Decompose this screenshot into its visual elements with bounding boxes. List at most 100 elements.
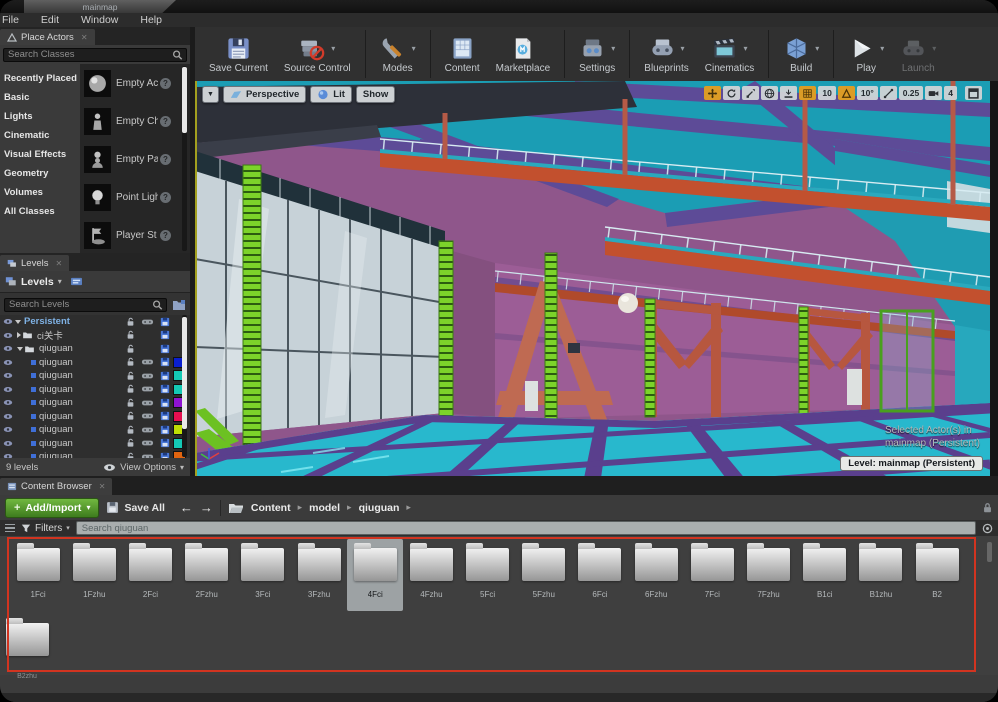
breadcrumb-content[interactable]: Content (251, 502, 291, 514)
new-level-icon[interactable] (172, 299, 186, 311)
level-row-qiuguan[interactable]: qiuguan (0, 423, 190, 437)
eye-icon[interactable] (2, 359, 13, 366)
view-options-button[interactable]: View Options ▾ (103, 462, 184, 473)
lit-mode-button[interactable]: Lit (310, 86, 352, 103)
save-level-icon[interactable] (157, 330, 172, 340)
level-color-swatch[interactable] (172, 451, 190, 458)
show-button[interactable]: Show (356, 86, 395, 103)
lock-icon[interactable] (122, 317, 138, 327)
level-color-swatch[interactable] (172, 397, 190, 408)
folder-tile-overflow[interactable]: B2zhu (2, 616, 52, 680)
play-button[interactable]: ▾Play (840, 27, 892, 81)
actor-item-player-st[interactable]: Player St? (80, 216, 190, 253)
save-all-button[interactable]: Save All (106, 501, 164, 514)
menu-file[interactable]: File (0, 13, 30, 27)
view-settings-icon[interactable] (982, 523, 993, 534)
grid-snap-button[interactable] (799, 86, 816, 100)
save-level-icon[interactable] (157, 371, 172, 381)
save-level-icon[interactable] (157, 384, 172, 394)
save-level-icon[interactable] (157, 438, 172, 448)
save-level-icon[interactable] (157, 357, 172, 367)
help-icon[interactable]: ? (160, 230, 171, 241)
gamepad-icon[interactable] (138, 372, 157, 380)
maximize-viewport-button[interactable] (965, 86, 982, 100)
forward-button[interactable]: → (200, 500, 213, 515)
folder-tile-3fzhu[interactable]: 3Fzhu (291, 539, 347, 611)
folder-tile-1fzhu[interactable]: 1Fzhu (66, 539, 122, 611)
level-color-swatch[interactable] (172, 424, 190, 435)
category-lights[interactable]: Lights (0, 107, 80, 126)
modes-button[interactable]: ▾Modes (372, 27, 424, 81)
menu-help[interactable]: Help (129, 13, 173, 27)
source-control-button[interactable]: ▾Source Control (276, 27, 359, 81)
close-icon[interactable]: ✕ (81, 33, 88, 42)
save-level-icon[interactable] (157, 344, 172, 354)
level-row-qiuguan[interactable]: qiuguan (0, 356, 190, 370)
launch-button[interactable]: ▾Launch (892, 27, 944, 81)
world-space-toggle-button[interactable] (761, 86, 778, 100)
back-button[interactable]: ← (180, 500, 193, 515)
save-level-icon[interactable] (157, 425, 172, 435)
category-all-classes[interactable]: All Classes (0, 202, 80, 221)
scale-snap-value[interactable]: 0.25 (899, 86, 924, 100)
lock-icon[interactable] (982, 502, 993, 514)
actor-item-point-ligh[interactable]: Point Ligh? (80, 178, 190, 216)
level-color-swatch[interactable] (172, 438, 190, 449)
title-bar[interactable]: mainmap (0, 0, 998, 13)
category-geometry[interactable]: Geometry (0, 164, 80, 183)
folder-tile-7fci[interactable]: 7Fci (684, 539, 740, 611)
save-level-icon[interactable] (157, 317, 172, 327)
lock-icon[interactable] (122, 398, 138, 408)
lock-icon[interactable] (122, 330, 138, 340)
scale-tool-button[interactable] (742, 86, 759, 100)
breadcrumb-model[interactable]: model (309, 502, 340, 514)
settings-button[interactable]: ▾Settings (571, 27, 623, 81)
eye-icon[interactable] (2, 413, 13, 420)
build-button[interactable]: ▾Build (775, 27, 827, 81)
level-color-swatch[interactable] (172, 370, 190, 381)
help-icon[interactable]: ? (160, 154, 171, 165)
camera-speed-button[interactable] (925, 86, 942, 100)
folder-tile-b1zhu[interactable]: B1zhu (853, 539, 909, 611)
search-levels-input[interactable] (4, 298, 167, 312)
folder-tile-5fzhu[interactable]: 5Fzhu (516, 539, 572, 611)
content-search-input[interactable] (76, 521, 976, 535)
grid-snap-value[interactable]: 10 (818, 86, 835, 100)
close-icon[interactable]: ✕ (99, 482, 106, 491)
save-level-icon[interactable] (157, 398, 172, 408)
lock-icon[interactable] (122, 344, 138, 354)
lock-icon[interactable] (122, 438, 138, 448)
level-row-qiuguan[interactable]: qiuguan (0, 383, 190, 397)
save-level-icon[interactable] (157, 411, 172, 421)
save-current-button[interactable]: Save Current (201, 27, 276, 81)
category-cinematic[interactable]: Cinematic (0, 126, 80, 145)
actor-item-empty-ch[interactable]: Empty Ch? (80, 102, 190, 140)
eye-icon[interactable] (2, 318, 13, 325)
folder-tile-1fci[interactable]: 1Fci (10, 539, 66, 611)
search-classes-input[interactable] (3, 48, 187, 62)
eye-icon[interactable] (2, 426, 13, 433)
rotate-tool-button[interactable] (723, 86, 740, 100)
folder-tile-4fci[interactable]: 4Fci (347, 539, 403, 611)
gamepad-icon[interactable] (138, 385, 157, 393)
level-row-qiuguan[interactable]: qiuguan (0, 437, 190, 451)
scale-snap-button[interactable] (880, 86, 897, 100)
place-actors-scrollbar[interactable] (182, 67, 187, 133)
category-volumes[interactable]: Volumes (0, 183, 80, 202)
eye-icon[interactable] (2, 440, 13, 447)
gamepad-icon[interactable] (138, 426, 157, 434)
tab-levels[interactable]: Levels ✕ (0, 255, 69, 271)
folder-tile-6fzhu[interactable]: 6Fzhu (628, 539, 684, 611)
lock-icon[interactable] (122, 384, 138, 394)
expander-expanded-icon[interactable] (15, 320, 21, 324)
menu-window[interactable]: Window (70, 13, 129, 27)
folder-tile-2fci[interactable]: 2Fci (122, 539, 178, 611)
eye-icon[interactable] (2, 332, 13, 339)
filters-button[interactable]: Filters ▾ (21, 523, 70, 534)
close-icon[interactable]: ✕ (55, 259, 62, 268)
eye-icon[interactable] (2, 372, 13, 379)
marketplace-button[interactable]: Marketplace (488, 27, 558, 81)
level-row-qiuguan[interactable]: qiuguan (0, 369, 190, 383)
category-visual-effects[interactable]: Visual Effects (0, 145, 80, 164)
level-color-swatch[interactable] (172, 384, 190, 395)
